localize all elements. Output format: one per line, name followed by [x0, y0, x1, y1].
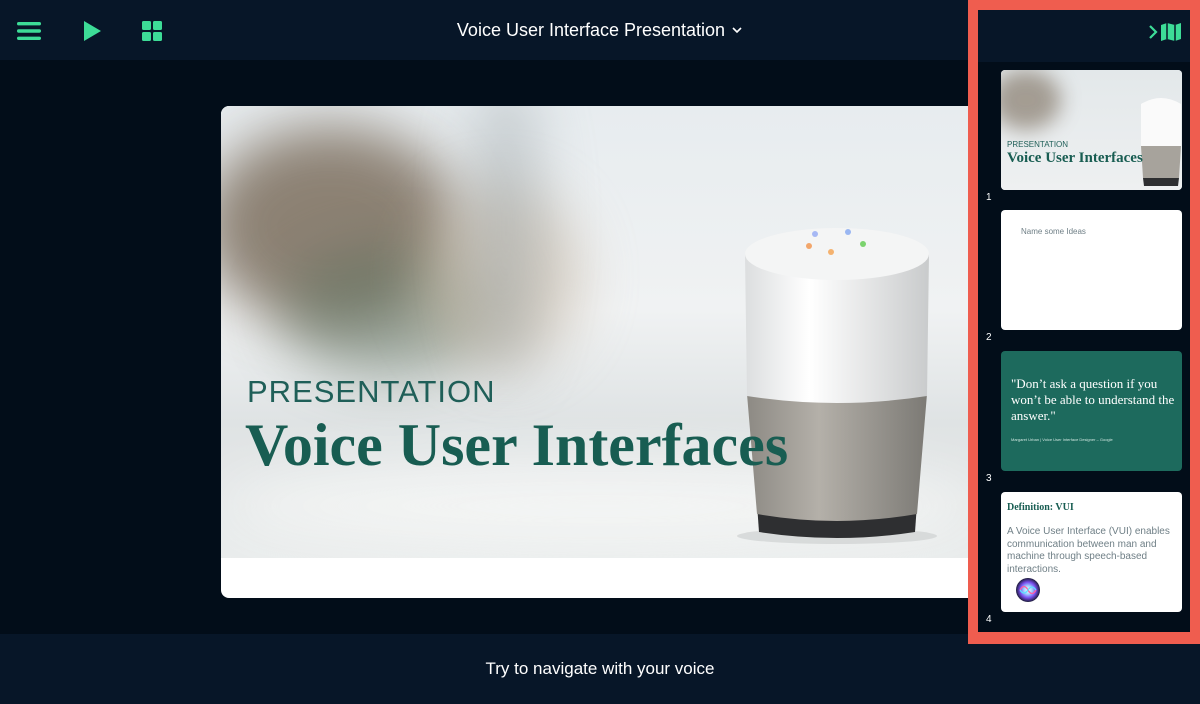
voice-navigation-hint: Try to navigate with your voice	[485, 659, 715, 678]
thumbnail-body: A Voice User Interface (VUI) enables com…	[1007, 526, 1170, 575]
thumbnail-attribution: Margaret Urban | Voice User Interface De…	[1011, 437, 1113, 442]
thumbnail-heading: Voice User Interfaces	[1007, 150, 1143, 166]
slide-thumbnail-2[interactable]: Name some Ideas	[1001, 210, 1182, 330]
voice-hint-bar: Try to navigate with your voice	[0, 634, 1200, 704]
thumbnail-heading: Definition: VUI	[1007, 502, 1074, 513]
grid-icon[interactable]	[139, 18, 165, 44]
presentation-title-dropdown[interactable]: Voice User Interface Presentation	[457, 20, 743, 41]
thumbnail-quote: "Don’t ask a question if you won’t be ab…	[1011, 376, 1175, 423]
smart-speaker-image	[737, 228, 937, 544]
slide-thumbnail-list: 1 PRESENTATION Voice User Interfaces 2 N…	[978, 62, 1190, 632]
slide-thumbnail-4[interactable]: Definition: VUI A Voice User Interface (…	[1001, 492, 1182, 612]
thumbnail-number: 4	[986, 614, 992, 625]
slide-heading: Voice User Interfaces	[245, 412, 789, 478]
play-icon[interactable]	[79, 18, 105, 44]
thumbnail-text: Name some Ideas	[1021, 227, 1086, 236]
thumbnail-kicker: PRESENTATION	[1007, 140, 1069, 149]
slide-kicker: PRESENTATION	[247, 374, 496, 409]
presentation-title: Voice User Interface Presentation	[456, 19, 726, 40]
slide-panel-header	[978, 10, 1190, 62]
slide-panel: 1 PRESENTATION Voice User Interfaces 2 N…	[978, 10, 1190, 632]
slide-panel-highlight: 1 PRESENTATION Voice User Interfaces 2 N…	[968, 0, 1200, 644]
slide-thumbnail-1[interactable]: PRESENTATION Voice User Interfaces	[1001, 70, 1182, 190]
slide-photo-smart-speaker	[221, 106, 981, 558]
chevron-down-icon	[732, 27, 742, 34]
map-icon[interactable]	[1160, 22, 1182, 42]
slide-thumbnail-3[interactable]: "Don’t ask a question if you won’t be ab…	[1001, 351, 1182, 471]
hamburger-menu-icon[interactable]	[16, 18, 42, 44]
current-slide[interactable]: PRESENTATION Voice User Interfaces	[221, 106, 981, 598]
siri-icon	[1016, 578, 1040, 602]
thumbnail-number: 2	[986, 332, 992, 343]
chevron-right-icon[interactable]	[1148, 24, 1158, 40]
thumbnail-number: 3	[986, 473, 992, 484]
thumbnail-number: 1	[986, 192, 992, 203]
